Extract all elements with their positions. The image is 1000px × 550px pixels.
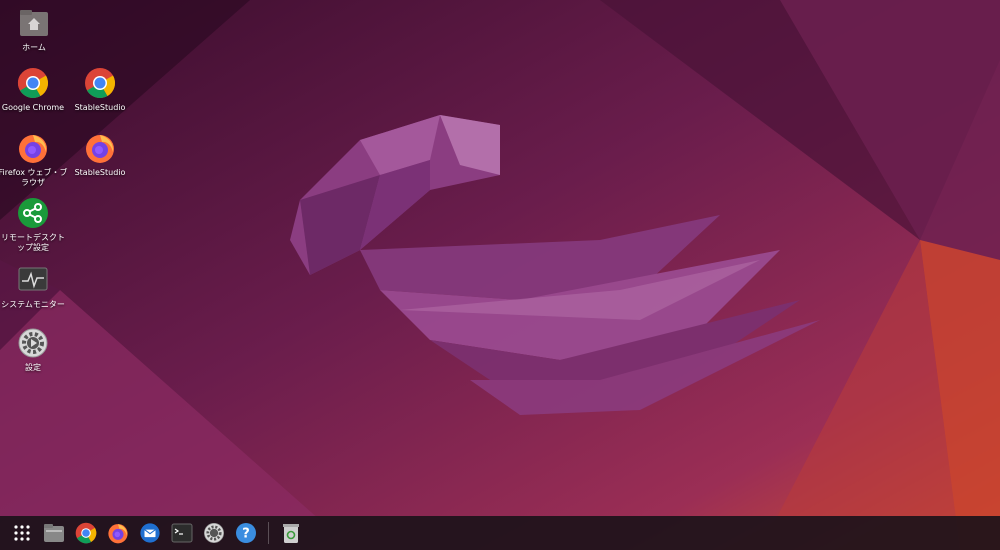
firefox-icon xyxy=(16,131,50,165)
home-folder-icon xyxy=(17,6,51,40)
svg-text:?: ? xyxy=(242,527,250,542)
desktop-icon-remote-desktop[interactable]: リモートデスクトップ設定 xyxy=(1,196,65,253)
settings-gear-icon[interactable] xyxy=(202,521,226,545)
chrome-icon xyxy=(83,66,117,100)
chrome-icon[interactable] xyxy=(74,521,98,545)
desktop-icon-label: ホーム xyxy=(22,43,46,52)
share-icon xyxy=(16,196,50,230)
desktop-icon-label: StableStudio xyxy=(74,168,126,177)
desktop-icon-label: Google Chrome xyxy=(1,103,65,112)
trash-icon[interactable] xyxy=(279,521,303,545)
desktop-icon-label: StableStudio xyxy=(74,103,126,112)
thunderbird-icon[interactable] xyxy=(138,521,162,545)
desktop-icon-label: リモートデスクトップ設定 xyxy=(1,233,65,252)
dock: ? xyxy=(0,516,1000,550)
help-icon[interactable]: ? xyxy=(234,521,258,545)
desktop-icon-label: Firefox ウェブ・ブラウザ xyxy=(0,168,68,187)
dock-separator xyxy=(268,522,269,544)
desktop-icon-stablestudio-firefox[interactable]: StableStudio xyxy=(68,131,132,178)
terminal-icon[interactable] xyxy=(170,521,194,545)
desktop-icon-google-chrome[interactable]: Google Chrome xyxy=(1,66,65,113)
desktop-icon-label: 設定 xyxy=(25,363,41,372)
desktop-icon-settings[interactable]: 設定 xyxy=(1,326,65,373)
files-icon[interactable] xyxy=(42,521,66,545)
settings-gear-icon xyxy=(16,326,50,360)
desktop-icon-system-monitor[interactable]: システムモニター xyxy=(1,263,65,310)
app-grid-icon[interactable] xyxy=(10,521,34,545)
desktop-icon-label: システムモニター xyxy=(1,300,65,309)
desktop-wallpaper xyxy=(0,0,1000,550)
system-monitor-icon xyxy=(16,263,50,297)
desktop-icon-stablestudio-chrome[interactable]: StableStudio xyxy=(68,66,132,113)
desktop-icon-home[interactable]: ホーム xyxy=(2,6,66,53)
chrome-icon xyxy=(16,66,50,100)
desktop-icon-firefox[interactable]: Firefox ウェブ・ブラウザ xyxy=(0,131,68,188)
firefox-icon xyxy=(83,131,117,165)
firefox-icon[interactable] xyxy=(106,521,130,545)
